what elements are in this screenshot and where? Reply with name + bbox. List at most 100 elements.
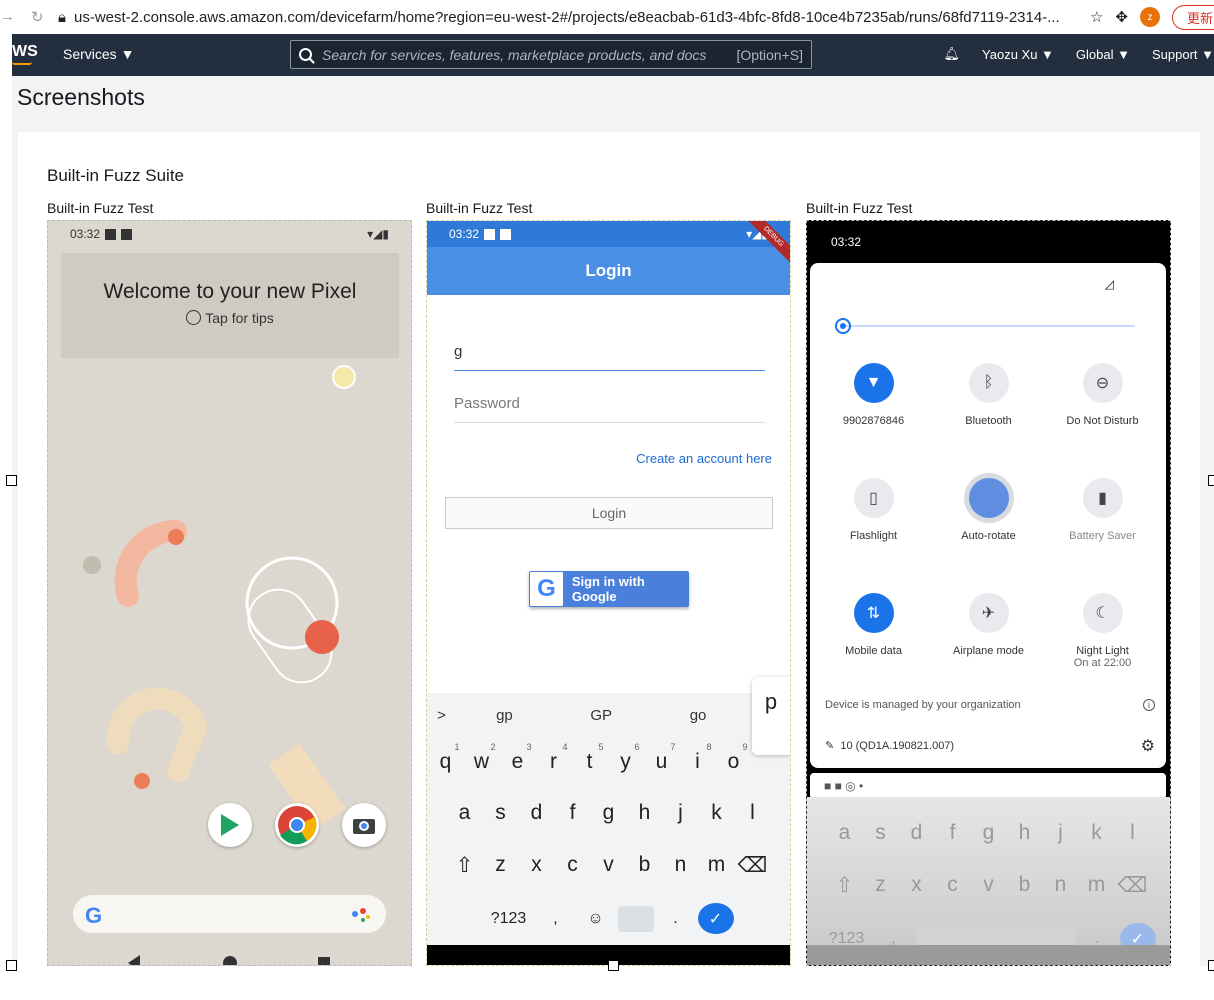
signal-icon: ▾◢▮ <box>367 227 389 241</box>
space-key[interactable] <box>617 905 654 932</box>
tile-dnd[interactable]: ⊖ Do Not Disturb <box>1045 363 1160 427</box>
key-row-2: asdfghjkl <box>427 801 790 825</box>
tile-airplane[interactable]: ✈ Airplane mode <box>931 593 1046 657</box>
keyboard[interactable]: > gp GP go p 1q 2w 3e 4r 5t 6y 7u 8i 9o … <box>427 677 790 945</box>
aws-top-nav: WS Services ▼ Search for services, featu… <box>12 34 1214 76</box>
key[interactable]: 7u <box>644 742 680 774</box>
screenshot-home[interactable]: 03:32 ▾◢▮ Welcome to your new Pixel Tap … <box>47 220 412 966</box>
brightness-icon[interactable] <box>835 318 851 334</box>
tile-mobile-data[interactable]: ⇅ Mobile data <box>816 593 931 657</box>
services-menu[interactable]: Services ▼ <box>63 46 134 62</box>
suggestion[interactable]: GP <box>553 707 650 724</box>
shot-label: Built-in Fuzz Test <box>47 200 154 216</box>
login-button[interactable]: Login <box>445 497 773 529</box>
key[interactable]: b <box>627 853 663 878</box>
chrome-icon[interactable] <box>275 803 319 847</box>
key[interactable]: l <box>735 801 771 825</box>
key[interactable]: 1q <box>428 742 464 774</box>
browser-extensions: ☆ ✥ z 更新 <box>1090 4 1214 30</box>
suite-title: Built-in Fuzz Suite <box>47 166 184 185</box>
resize-handle[interactable] <box>608 960 619 971</box>
key[interactable]: c <box>555 853 591 878</box>
search-placeholder: Search for services, features, marketpla… <box>322 46 707 63</box>
resize-handle[interactable] <box>1208 475 1214 486</box>
puzzle-icon[interactable]: ✥ <box>1115 8 1128 26</box>
gear-icon[interactable]: ⚙ <box>1141 736 1155 756</box>
create-account-link[interactable]: Create an account here <box>636 451 772 466</box>
key[interactable]: n <box>663 853 699 878</box>
pencil-icon: ✎ <box>825 740 835 752</box>
key[interactable]: 5t <box>572 742 608 774</box>
brightness-slider[interactable] <box>842 325 1135 327</box>
address-bar[interactable]: 🔒︎ us-west-2.console.aws.amazon.com/devi… <box>58 9 1090 26</box>
comma-key[interactable]: , <box>538 910 574 928</box>
search-input[interactable]: Search for services, features, marketpla… <box>290 40 812 69</box>
assistant-icon[interactable] <box>352 907 372 923</box>
screenshot-login[interactable]: 03:32 ▾◢▮ Login DEBUG g Password Create … <box>426 220 791 966</box>
browser-nav: → ↻ <box>0 8 58 26</box>
password-field[interactable]: Password <box>454 395 765 423</box>
key-row-4: ?123 , ☺ . ✓ <box>427 903 790 934</box>
key[interactable]: 6y <box>608 742 644 774</box>
support-menu[interactable]: Support ▼ <box>1152 47 1214 62</box>
search-icon <box>299 48 312 61</box>
screenshot-quick-settings[interactable]: 03:32 ◿ ▼ 9902876846 ᛒ Bluetooth ⊖ Do Not D… <box>806 220 1171 966</box>
resize-handle[interactable] <box>6 475 17 486</box>
emoji-key[interactable]: ☺ <box>578 910 614 928</box>
play-store-icon[interactable] <box>208 803 252 847</box>
key[interactable]: 2w <box>464 742 500 774</box>
user-menu[interactable]: Yaozu Xu ▼ <box>982 47 1054 62</box>
star-icon[interactable]: ☆ <box>1090 8 1103 26</box>
tile-battery-saver[interactable]: ▮ Battery Saver <box>1045 478 1160 542</box>
key[interactable]: v <box>591 853 627 878</box>
google-icon: G <box>85 903 103 928</box>
resize-handle[interactable] <box>6 960 17 971</box>
camera-icon[interactable] <box>342 803 386 847</box>
key[interactable]: z <box>483 853 519 878</box>
aws-logo[interactable]: WS <box>12 43 38 65</box>
symbols-key[interactable]: ?123 <box>484 910 534 928</box>
enter-key[interactable]: ✓ <box>697 903 734 934</box>
google-signin-button[interactable]: G Sign in with Google <box>529 571 689 607</box>
key[interactable]: x <box>519 853 555 878</box>
key[interactable]: g <box>591 801 627 825</box>
reload-icon[interactable]: ↻ <box>31 8 44 26</box>
key[interactable]: 8i <box>680 742 716 774</box>
tile-auto-rotate[interactable]: Auto-rotate <box>931 478 1046 542</box>
key[interactable]: 4r <box>536 742 572 774</box>
key[interactable]: a <box>447 801 483 825</box>
key[interactable]: m <box>699 853 735 878</box>
bell-icon[interactable]: 🔔︎ <box>944 46 961 62</box>
bluetooth-icon: ᛒ <box>968 363 1009 403</box>
forward-icon[interactable]: → <box>0 8 15 26</box>
key[interactable]: 3e <box>500 742 536 774</box>
update-button[interactable]: 更新 <box>1171 4 1214 30</box>
backspace-key[interactable]: ⌫ <box>735 853 771 878</box>
managed-notice[interactable]: Device is managed by your organization i <box>825 699 1155 711</box>
key[interactable]: d <box>519 801 555 825</box>
airplane-icon: ✈ <box>968 593 1009 633</box>
key[interactable]: 9o <box>716 742 752 774</box>
region-menu[interactable]: Global ▼ <box>1076 47 1130 62</box>
key[interactable]: s <box>483 801 519 825</box>
key[interactable]: j <box>663 801 699 825</box>
status-bar: 03:32 ▾◢▮ <box>70 227 389 241</box>
build-number: ✎ 10 (QD1A.190821.007) ⚙ <box>825 738 1155 755</box>
tile-bluetooth[interactable]: ᛒ Bluetooth <box>931 363 1046 427</box>
suggestion[interactable]: gp <box>456 707 553 724</box>
expand-icon[interactable]: > <box>427 707 456 724</box>
username-field[interactable]: g <box>454 343 765 371</box>
google-search-bar[interactable]: G <box>73 895 386 933</box>
tile-flashlight[interactable]: ▯ Flashlight <box>816 478 931 542</box>
key[interactable]: f <box>555 801 591 825</box>
shift-key[interactable]: ⇧ <box>447 853 483 878</box>
key[interactable]: k <box>699 801 735 825</box>
tile-night-light[interactable]: ☾ Night Light On at 22:00 <box>1045 593 1160 669</box>
period-key[interactable]: . <box>658 910 694 928</box>
resize-handle[interactable] <box>1208 960 1214 971</box>
key[interactable]: h <box>627 801 663 825</box>
key-row-1: 1q 2w 3e 4r 5t 6y 7u 8i 9o <box>427 742 790 774</box>
tile-wifi[interactable]: ▼ 9902876846 <box>816 363 931 427</box>
suggestion[interactable]: go <box>650 707 747 724</box>
profile-avatar[interactable]: z <box>1139 7 1160 27</box>
